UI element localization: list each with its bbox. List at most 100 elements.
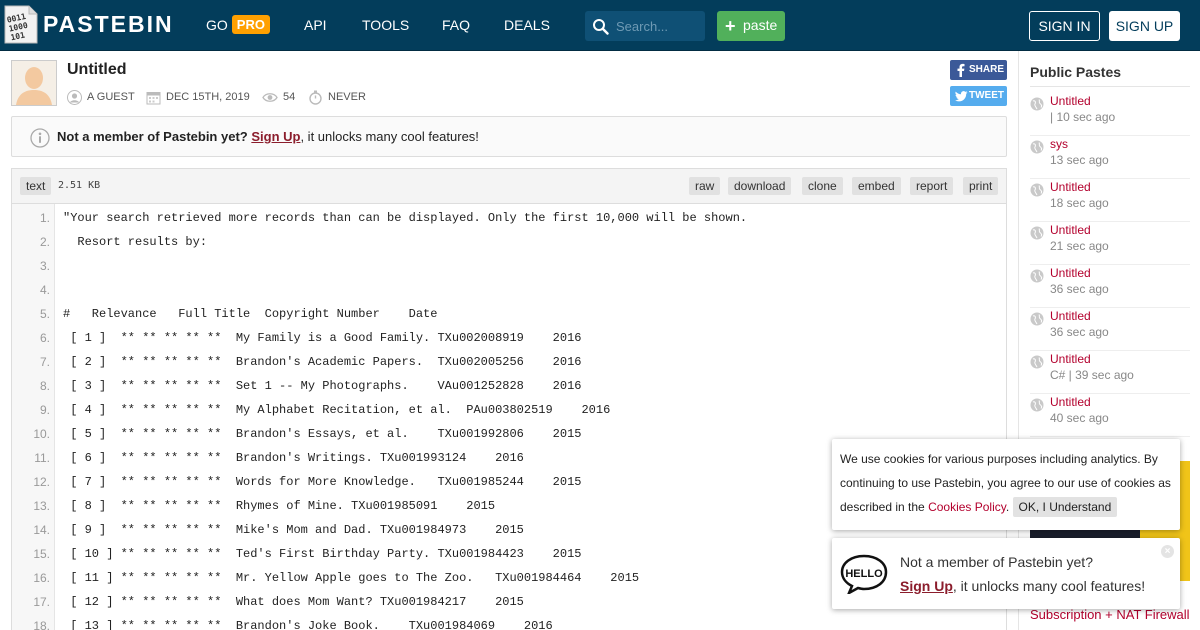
nav-faq[interactable]: FAQ: [442, 17, 470, 33]
expiry-value: NEVER: [328, 91, 366, 103]
public-paste-name[interactable]: Untitled: [1050, 395, 1091, 409]
code-line: [ 2 ] ** ** ** ** ** Brandon's Academic …: [63, 355, 582, 369]
search-input[interactable]: [616, 17, 701, 35]
public-paste-name[interactable]: Untitled: [1050, 223, 1091, 237]
nav-tools[interactable]: TOOLS: [362, 17, 409, 33]
hello-speech-bubble-icon: HELLO: [840, 554, 888, 599]
code-line: [ 1 ] ** ** ** ** ** My Family is a Good…: [63, 331, 582, 345]
line-number: 2.: [39, 235, 50, 249]
line-number: 15.: [33, 547, 50, 561]
notice-signup-link[interactable]: Sign Up: [251, 129, 300, 144]
public-paste-item[interactable]: Untitled 36 sec ago: [1030, 265, 1190, 308]
hello-rest: , it unlocks many cool features!: [952, 578, 1146, 594]
line-number: 10.: [33, 427, 50, 441]
public-paste-name[interactable]: Untitled: [1050, 94, 1091, 108]
new-paste-button[interactable]: + paste: [717, 11, 785, 41]
public-paste-item[interactable]: Untitled 21 sec ago: [1030, 222, 1190, 265]
embed-button[interactable]: embed: [852, 177, 901, 195]
paste-title: Untitled: [67, 61, 127, 78]
code-line: [ 11 ] ** ** ** ** ** Mr. Yellow Apple g…: [63, 571, 640, 585]
public-paste-name[interactable]: Untitled: [1050, 309, 1091, 323]
pro-badge[interactable]: PRO: [231, 15, 270, 34]
print-button[interactable]: print: [963, 177, 999, 195]
public-paste-time: C# | 39 sec ago: [1050, 368, 1134, 382]
hello-line1: Not a member of Pastebin yet?: [900, 554, 1093, 570]
nav-api[interactable]: API: [304, 17, 327, 33]
logo-text[interactable]: PASTEBIN: [43, 11, 174, 38]
twitter-icon: [955, 91, 968, 102]
public-paste-item[interactable]: Untitled C# | 39 sec ago: [1030, 351, 1190, 394]
public-paste-item[interactable]: Untitled 36 sec ago: [1030, 308, 1190, 351]
twitter-tweet-button[interactable]: TWEET: [950, 86, 1007, 106]
globe-icon: [1030, 140, 1044, 159]
info-icon: [30, 128, 50, 153]
public-paste-item[interactable]: Untitled | 10 sec ago: [1030, 93, 1190, 136]
sidebar-divider: [1030, 86, 1190, 87]
public-paste-item[interactable]: sys 13 sec ago: [1030, 136, 1190, 179]
paste-expiry: NEVER: [308, 89, 366, 105]
code-line: [ 10 ] ** ** ** ** ** Ted's First Birthd…: [63, 547, 582, 561]
line-number: 5.: [39, 307, 50, 321]
public-paste-time: 13 sec ago: [1050, 153, 1109, 167]
line-number: 17.: [33, 595, 50, 609]
share-label: SHARE: [969, 64, 1005, 75]
hello-signup-link[interactable]: Sign Up: [900, 578, 953, 594]
syntax-format-tag[interactable]: text: [20, 177, 52, 195]
download-button[interactable]: download: [728, 177, 792, 195]
public-paste-name[interactable]: Untitled: [1050, 352, 1091, 366]
clone-button[interactable]: clone: [802, 177, 843, 195]
globe-icon: [1030, 226, 1044, 245]
report-button[interactable]: report: [910, 177, 954, 195]
new-paste-label: paste: [743, 17, 778, 33]
public-paste-item[interactable]: Untitled 18 sec ago: [1030, 179, 1190, 222]
sign-up-button[interactable]: SIGN UP: [1109, 11, 1180, 41]
line-number-gutter: 1. 2. 3. 4. 5. 6. 7. 8. 9. 10. 11. 12. 13. 14. 15. 16. 1…: [12, 204, 55, 630]
code-line: [ 5 ] ** ** ** ** ** Brandon's Essays, e…: [63, 427, 582, 441]
nav-deals[interactable]: DEALS: [504, 17, 550, 33]
cookie-ok-button[interactable]: OK, I Understand: [1012, 497, 1118, 517]
line-number: 8.: [39, 379, 50, 393]
code-toolbar: text 2.51 KB raw download clone embed re…: [12, 169, 1006, 204]
code-line: [ 9 ] ** ** ** ** ** Mike's Mom and Dad.…: [63, 523, 524, 537]
globe-icon: [1030, 183, 1044, 202]
cookies-policy-link[interactable]: Cookies Policy: [928, 500, 1006, 514]
search-icon[interactable]: [592, 18, 609, 40]
tweet-label: TWEET: [969, 90, 1004, 101]
nav-go-pro[interactable]: GO PRO: [206, 15, 270, 35]
notice-bold: Not a member of Pastebin yet?: [57, 129, 248, 144]
facebook-icon: [957, 63, 965, 77]
globe-icon: [1030, 97, 1044, 116]
globe-icon: [1030, 269, 1044, 288]
paste-author[interactable]: A GUEST: [67, 89, 135, 105]
author-name[interactable]: A GUEST: [87, 91, 135, 103]
close-icon[interactable]: ×: [1161, 545, 1174, 558]
raw-button[interactable]: raw: [689, 177, 721, 195]
top-header: 0011 1000 101 PASTEBIN GO PRO API TOOLS F…: [0, 0, 1200, 51]
search-box[interactable]: [585, 11, 705, 41]
public-paste-time: 21 sec ago: [1050, 239, 1109, 253]
line-number: 18.: [33, 619, 50, 630]
eye-icon: [262, 92, 278, 102]
public-paste-time: 36 sec ago: [1050, 282, 1109, 296]
plus-icon: +: [725, 16, 736, 36]
cookie-after: .: [1005, 500, 1013, 514]
facebook-share-button[interactable]: SHARE: [950, 60, 1007, 80]
line-number: 13.: [33, 499, 50, 513]
hello-line2: Sign Up, it unlocks many cool features!: [900, 578, 1145, 594]
globe-icon: [1030, 355, 1044, 374]
nav-go-label[interactable]: GO: [206, 17, 228, 33]
code-line: [ 6 ] ** ** ** ** ** Brandon's Writings.…: [63, 451, 524, 465]
globe-icon: [1030, 312, 1044, 331]
public-paste-item[interactable]: Untitled 40 sec ago: [1030, 394, 1190, 437]
paste-size: 2.51 KB: [58, 180, 101, 191]
sign-in-button[interactable]: SIGN IN: [1029, 11, 1100, 41]
line-number: 9.: [39, 403, 50, 417]
public-paste-name[interactable]: Untitled: [1050, 266, 1091, 280]
pastebin-logo-icon[interactable]: 0011 1000 101: [3, 4, 39, 45]
line-number: 1.: [39, 211, 50, 225]
code-line: [ 8 ] ** ** ** ** ** Rhymes of Mine. TXu…: [63, 499, 496, 513]
public-paste-name[interactable]: sys: [1050, 137, 1068, 151]
public-pastes-title: Public Pastes: [1030, 64, 1122, 80]
public-paste-name[interactable]: Untitled: [1050, 180, 1091, 194]
line-number: 3.: [39, 259, 50, 273]
